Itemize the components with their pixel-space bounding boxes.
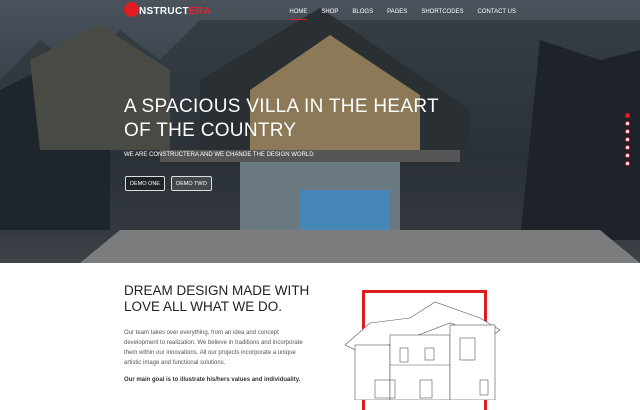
hero-slider: NSTRUCTERA HOME SHOP BLOGS PAGES SHORTCO… [0, 0, 640, 263]
logo-accent-text: ERA [188, 6, 211, 18]
demo-one-button[interactable]: DEMO ONE [125, 176, 165, 191]
slide-dot[interactable] [625, 161, 630, 166]
nav-blogs[interactable]: BLOGS [352, 9, 373, 19]
about-heading: DREAM DESIGN MADE WITH LOVE ALL WHAT WE … [124, 283, 310, 314]
nav-shortcodes[interactable]: SHORTCODES [421, 9, 463, 19]
slide-dot[interactable] [625, 145, 630, 150]
slide-dot[interactable] [625, 129, 630, 134]
logo-house-icon [124, 2, 139, 17]
logo-text: NSTRUCT [139, 6, 189, 18]
slide-dot[interactable] [625, 153, 630, 158]
slider-pagination [625, 113, 630, 166]
slide-dot[interactable] [625, 113, 630, 118]
demo-two-button[interactable]: DEMO TWO [171, 176, 212, 191]
about-paragraph: Our team takes over everything, from an … [124, 330, 303, 366]
slide-dot[interactable] [625, 121, 630, 126]
nav-pages[interactable]: PAGES [387, 9, 407, 19]
house-sketch-image [344, 301, 501, 400]
about-goal: Our main goal is to illustrate his/hers … [124, 377, 301, 383]
hero-subtitle: WE ARE CONSTRUCTERA AND WE CHANGE THE DE… [124, 152, 314, 158]
nav-contact-us[interactable]: CONTACT US [478, 9, 516, 19]
nav-shop[interactable]: SHOP [321, 9, 338, 19]
logo[interactable]: NSTRUCTERA [124, 2, 211, 18]
hero-title: A SPACIOUS VILLA IN THE HEART OF THE COU… [124, 96, 439, 141]
nav-home[interactable]: HOME [289, 9, 308, 20]
slide-dot[interactable] [625, 137, 630, 142]
top-nav: NSTRUCTERA HOME SHOP BLOGS PAGES SHORTCO… [0, 0, 640, 28]
